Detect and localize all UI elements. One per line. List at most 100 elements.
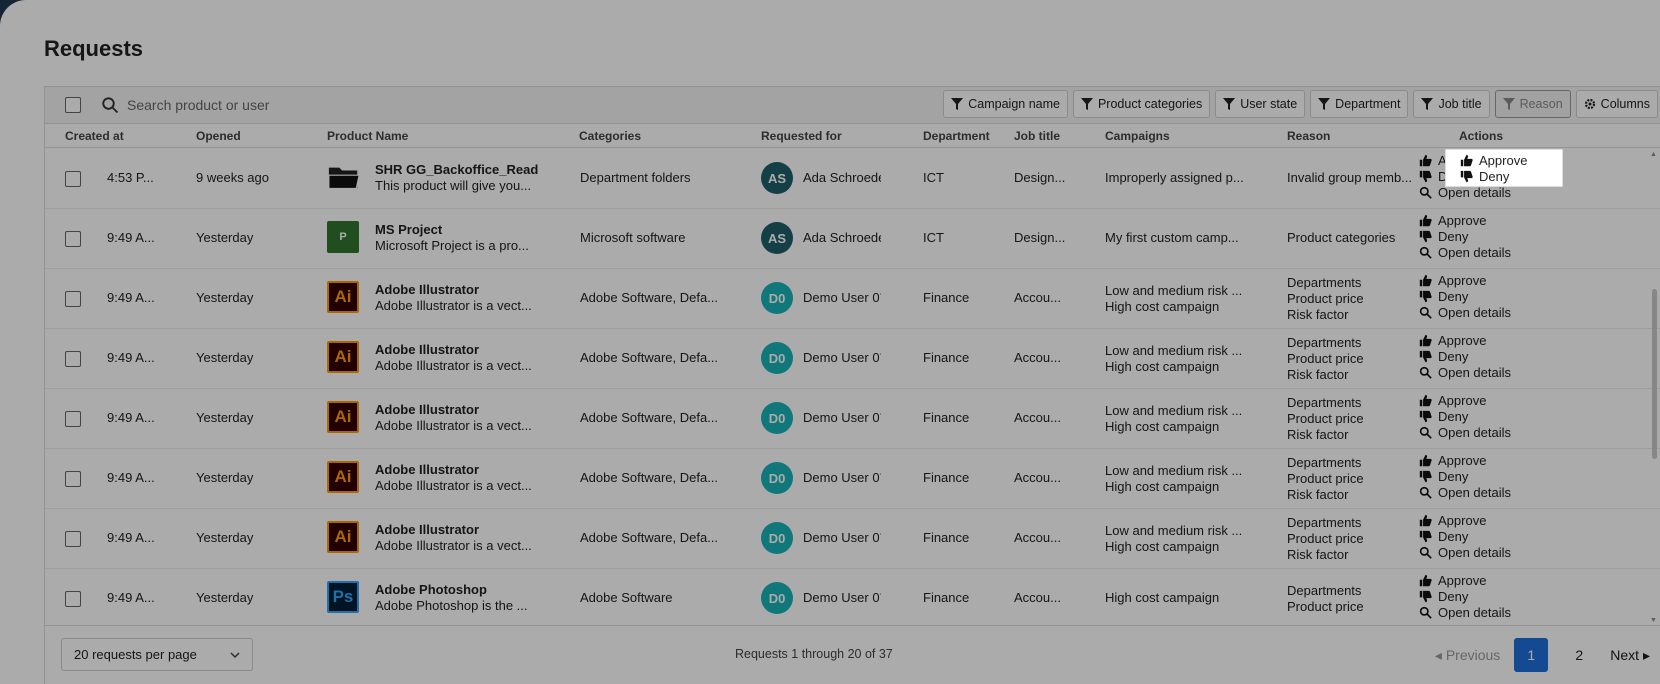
requested-for-cell[interactable]: Demo User 0´ — [803, 470, 881, 485]
header-product-name[interactable]: Product Name — [327, 129, 408, 143]
page-2-button[interactable]: 2 — [1562, 638, 1596, 672]
approve-button[interactable]: Approve — [1419, 332, 1529, 348]
table-row[interactable]: 9:49 A... Yesterday Ai Adobe Illustrator Ado… — [45, 329, 1660, 389]
previous-page-button[interactable]: ◂ Previous — [1435, 647, 1500, 664]
row-checkbox[interactable] — [65, 471, 81, 487]
requests-page: Requests Search product or user Campaign… — [0, 0, 1660, 684]
next-page-button[interactable]: Next ▸ — [1610, 647, 1650, 664]
scroll-down-arrow-icon[interactable]: ▼ — [1650, 617, 1658, 625]
reason-cell: Departments Product price Risk factor — [1287, 515, 1417, 563]
highlighted-approve-button[interactable]: Approve — [1460, 152, 1527, 168]
table-row[interactable]: 9:49 A... Yesterday P MS Project Microsoft P… — [45, 209, 1660, 269]
filter-reason-button[interactable]: Reason — [1494, 90, 1571, 118]
deny-button[interactable]: Deny — [1419, 528, 1529, 544]
row-checkbox[interactable] — [65, 591, 81, 607]
product-name[interactable]: Adobe Illustrator — [375, 402, 555, 417]
requested-for-cell[interactable]: Demo User 0´ — [803, 350, 881, 365]
header-reason[interactable]: Reason — [1287, 129, 1330, 143]
row-checkbox[interactable] — [65, 171, 81, 187]
deny-button[interactable]: Deny — [1419, 348, 1529, 364]
search-box[interactable]: Search product or user — [101, 96, 269, 114]
table-header: Created at Opened Product Name Categorie… — [45, 124, 1660, 148]
open-details-button[interactable]: Open details — [1419, 544, 1529, 560]
highlighted-deny-button[interactable]: Deny — [1460, 168, 1509, 184]
requested-for-cell[interactable]: Demo User 0´ — [803, 290, 881, 305]
requested-for-cell[interactable]: Demo User 0´ — [803, 530, 881, 545]
deny-button[interactable]: Deny — [1419, 588, 1529, 604]
scroll-up-arrow-icon[interactable]: ▲ — [1650, 151, 1658, 159]
campaign-item: Improperly assigned p... — [1105, 170, 1244, 185]
per-page-select[interactable]: 20 requests per page — [61, 638, 253, 671]
approve-button[interactable]: Approve — [1419, 272, 1529, 288]
row-checkbox[interactable] — [65, 411, 81, 427]
approve-button[interactable]: Approve — [1419, 212, 1529, 228]
open-details-button[interactable]: Open details — [1419, 424, 1529, 440]
approve-button[interactable]: Approve — [1419, 392, 1529, 408]
scrollbar-thumb[interactable] — [1652, 289, 1657, 459]
table-row[interactable]: 9:49 A... Yesterday Ai Adobe Illustrator Ado… — [45, 509, 1660, 569]
columns-button[interactable]: Columns — [1575, 90, 1658, 118]
filter-job-title-button[interactable]: Job title — [1413, 90, 1490, 118]
approve-button[interactable]: Approve — [1419, 572, 1529, 588]
row-checkbox[interactable] — [65, 291, 81, 307]
requested-for-cell[interactable]: Demo User 0´ — [803, 590, 881, 605]
campaign-item: My first custom camp... — [1105, 230, 1239, 245]
row-checkbox[interactable] — [65, 231, 81, 247]
approve-button[interactable]: Approve — [1419, 512, 1529, 528]
deny-button[interactable]: Deny — [1419, 288, 1529, 304]
row-checkbox[interactable] — [65, 531, 81, 547]
row-checkbox[interactable] — [65, 351, 81, 367]
page-1-button[interactable]: 1 — [1514, 638, 1549, 672]
magnifier-icon — [1419, 366, 1432, 379]
open-details-button[interactable]: Open details — [1419, 604, 1529, 620]
deny-button[interactable]: Deny — [1419, 408, 1529, 424]
header-campaigns[interactable]: Campaigns — [1105, 129, 1170, 143]
table-row[interactable]: 4:53 P... 9 weeks ago SHR GG_Backoffice_Re… — [45, 149, 1660, 209]
requested-for-cell[interactable]: Demo User 0´ — [803, 410, 881, 425]
pagination: ◂ Previous 1 2 Next ▸ — [1435, 638, 1650, 672]
deny-button[interactable]: Deny — [1419, 468, 1529, 484]
filter-department-button[interactable]: Department — [1310, 90, 1409, 118]
thumbs-up-icon — [1419, 214, 1432, 226]
header-requested-for[interactable]: Requested for — [761, 129, 842, 143]
approve-button[interactable]: Approve — [1419, 452, 1529, 468]
deny-button[interactable]: Deny — [1419, 228, 1529, 244]
campaigns-cell: Low and medium risk ... High cost campaig… — [1105, 463, 1245, 495]
header-categories[interactable]: Categories — [579, 129, 641, 143]
magnifier-icon — [1419, 246, 1432, 259]
select-all-checkbox[interactable] — [65, 97, 81, 113]
requested-for-cell[interactable]: Ada Schroede — [803, 230, 881, 245]
search-input[interactable]: Search product or user — [127, 97, 269, 113]
requested-for-cell[interactable]: Ada Schroede — [803, 170, 881, 185]
product-name[interactable]: Adobe Illustrator — [375, 522, 555, 537]
header-job-title[interactable]: Job title — [1014, 129, 1060, 143]
table-row[interactable]: 9:49 A... Yesterday Ai Adobe Illustrator Ado… — [45, 389, 1660, 449]
filter-icon — [1421, 98, 1434, 110]
open-details-button[interactable]: Open details — [1419, 184, 1529, 200]
product-name[interactable]: Adobe Illustrator — [375, 282, 555, 297]
product-name[interactable]: Adobe Illustrator — [375, 462, 555, 477]
product-name[interactable]: Adobe Photoshop — [375, 582, 555, 597]
table-row[interactable]: 9:49 A... Yesterday Ai Adobe Illustrator Ado… — [45, 269, 1660, 329]
product-name[interactable]: MS Project — [375, 222, 555, 237]
product-name[interactable]: SHR GG_Backoffice_Read — [375, 162, 555, 177]
created-at-cell: 9:49 A... — [107, 410, 155, 425]
header-opened[interactable]: Opened — [196, 129, 241, 143]
filter-product-categories-button[interactable]: Product categories — [1072, 90, 1211, 118]
created-at-cell: 9:49 A... — [107, 230, 155, 245]
product-description: Adobe Illustrator is a vect... — [375, 298, 532, 313]
table-row[interactable]: 9:49 A... Yesterday Ps Adobe Photoshop Adobe… — [45, 569, 1660, 625]
header-created-at[interactable]: Created at — [65, 129, 124, 143]
department-cell: Finance — [923, 470, 970, 485]
open-details-button[interactable]: Open details — [1419, 244, 1529, 260]
filter-campaign-name-button[interactable]: Campaign name — [943, 90, 1068, 118]
open-details-button[interactable]: Open details — [1419, 364, 1529, 380]
filter-user-state-button[interactable]: User state — [1215, 90, 1306, 118]
per-page-value: 20 requests per page — [74, 647, 197, 662]
header-department[interactable]: Department — [923, 129, 990, 143]
product-name[interactable]: Adobe Illustrator — [375, 342, 555, 357]
open-details-button[interactable]: Open details — [1419, 304, 1529, 320]
open-details-button[interactable]: Open details — [1419, 484, 1529, 500]
table-row[interactable]: 9:49 A... Yesterday Ai Adobe Illustrator Ado… — [45, 449, 1660, 509]
table-scrollbar[interactable]: ▲ ▼ — [1650, 149, 1658, 625]
